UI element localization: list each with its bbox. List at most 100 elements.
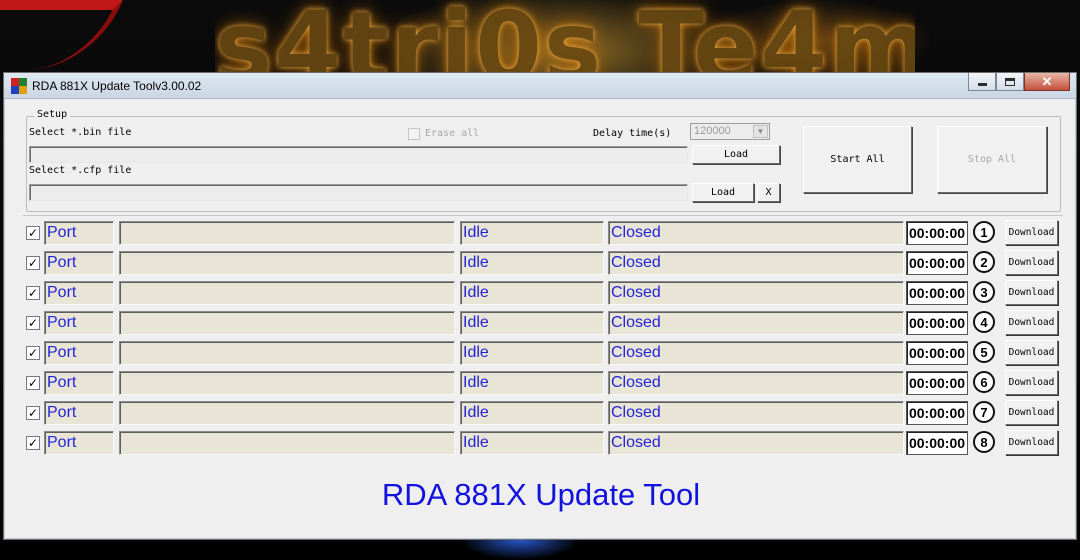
row-6-status: Closed	[608, 371, 904, 395]
row-6-port: Port	[44, 371, 114, 395]
app-icon	[11, 78, 27, 94]
row-7-status: Closed	[608, 401, 904, 425]
port-row-6: ✓ Port Idle Closed 00:00:00 6 Download	[26, 370, 1066, 395]
row-6-timer: 00:00:00	[906, 371, 968, 395]
erase-all-label: Erase all	[425, 128, 480, 139]
maximize-icon	[1005, 77, 1015, 86]
row-8-download-button[interactable]: Download	[1005, 430, 1058, 455]
row-7-checkbox[interactable]: ✓	[26, 406, 40, 420]
row-2-index-badge: 2	[973, 251, 995, 273]
row-8-port: Port	[44, 431, 114, 455]
row-1-timer: 00:00:00	[906, 221, 968, 245]
row-6-checkbox[interactable]: ✓	[26, 376, 40, 390]
row-4-timer: 00:00:00	[906, 311, 968, 335]
row-5-download-button[interactable]: Download	[1005, 340, 1058, 365]
row-1-download-button[interactable]: Download	[1005, 220, 1058, 245]
clear-cfp-button[interactable]: X	[757, 183, 780, 202]
wallpaper-red-swoosh	[0, 0, 123, 70]
load-cfp-button[interactable]: Load	[692, 183, 754, 202]
row-7-index-badge: 7	[973, 401, 995, 423]
row-3-state: Idle	[460, 281, 604, 305]
stop-all-button[interactable]: Stop All	[937, 126, 1047, 193]
minimize-button[interactable]	[968, 73, 996, 91]
port-row-2: ✓ Port Idle Closed 00:00:00 2 Download	[26, 250, 1066, 275]
row-2-port: Port	[44, 251, 114, 275]
row-3-status: Closed	[608, 281, 904, 305]
row-3-index-badge: 3	[973, 281, 995, 303]
row-2-progress	[119, 251, 455, 275]
row-5-status: Closed	[608, 341, 904, 365]
load-bin-button[interactable]: Load	[692, 145, 780, 164]
minimize-icon	[977, 83, 987, 86]
bin-file-label: Select *.bin file	[29, 127, 132, 138]
row-1-progress	[119, 221, 455, 245]
rows-divider	[23, 215, 1063, 216]
setup-legend: Setup	[34, 109, 71, 120]
row-8-checkbox[interactable]: ✓	[26, 436, 40, 450]
start-all-button[interactable]: Start All	[803, 126, 912, 193]
delay-time-label: Delay time(s)	[593, 128, 672, 139]
row-4-index-badge: 4	[973, 311, 995, 333]
port-row-5: ✓ Port Idle Closed 00:00:00 5 Download	[26, 340, 1066, 365]
row-6-state: Idle	[460, 371, 604, 395]
row-4-status: Closed	[608, 311, 904, 335]
row-5-progress	[119, 341, 455, 365]
row-4-checkbox[interactable]: ✓	[26, 316, 40, 330]
row-4-progress	[119, 311, 455, 335]
row-5-checkbox[interactable]: ✓	[26, 346, 40, 360]
title-bar[interactable]: RDA 881X Update Toolv3.00.02 ✕	[4, 73, 1076, 99]
row-8-progress	[119, 431, 455, 455]
close-icon: ✕	[1041, 73, 1053, 89]
row-8-index-badge: 8	[973, 431, 995, 453]
delay-time-value: 120000	[694, 125, 731, 137]
row-8-timer: 00:00:00	[906, 431, 968, 455]
port-row-7: ✓ Port Idle Closed 00:00:00 7 Download	[26, 400, 1066, 425]
row-2-timer: 00:00:00	[906, 251, 968, 275]
row-8-state: Idle	[460, 431, 604, 455]
row-2-checkbox[interactable]: ✓	[26, 256, 40, 270]
row-3-download-button[interactable]: Download	[1005, 280, 1058, 305]
row-1-status: Closed	[608, 221, 904, 245]
row-4-download-button[interactable]: Download	[1005, 310, 1058, 335]
row-7-download-button[interactable]: Download	[1005, 400, 1058, 425]
row-5-index-badge: 5	[973, 341, 995, 363]
row-8-status: Closed	[608, 431, 904, 455]
row-1-checkbox[interactable]: ✓	[26, 226, 40, 240]
cfp-file-input[interactable]	[29, 184, 688, 201]
row-5-timer: 00:00:00	[906, 341, 968, 365]
row-7-timer: 00:00:00	[906, 401, 968, 425]
row-2-state: Idle	[460, 251, 604, 275]
bin-file-input[interactable]	[29, 146, 688, 163]
cfp-file-label: Select *.cfp file	[29, 165, 132, 176]
row-6-download-button[interactable]: Download	[1005, 370, 1058, 395]
window-controls: ✕	[968, 73, 1070, 91]
row-2-download-button[interactable]: Download	[1005, 250, 1058, 275]
close-button[interactable]: ✕	[1024, 73, 1070, 91]
row-5-state: Idle	[460, 341, 604, 365]
row-3-timer: 00:00:00	[906, 281, 968, 305]
row-6-index-badge: 6	[973, 371, 995, 393]
erase-all-checkbox[interactable]	[408, 128, 420, 140]
port-row-3: ✓ Port Idle Closed 00:00:00 3 Download	[26, 280, 1066, 305]
row-6-progress	[119, 371, 455, 395]
delay-time-select[interactable]: 120000 ▼	[690, 123, 770, 140]
maximize-button[interactable]	[996, 73, 1024, 91]
window-title: RDA 881X Update Toolv3.00.02	[32, 79, 202, 93]
row-7-progress	[119, 401, 455, 425]
footer-title: RDA 881X Update Tool	[381, 477, 701, 512]
row-7-port: Port	[44, 401, 114, 425]
row-1-index-badge: 1	[973, 221, 995, 243]
app-window: RDA 881X Update Toolv3.00.02 ✕ Setup Sel…	[3, 72, 1077, 540]
row-3-checkbox[interactable]: ✓	[26, 286, 40, 300]
row-5-port: Port	[44, 341, 114, 365]
port-row-8: ✓ Port Idle Closed 00:00:00 8 Download	[26, 430, 1066, 455]
row-4-state: Idle	[460, 311, 604, 335]
row-3-port: Port	[44, 281, 114, 305]
port-row-4: ✓ Port Idle Closed 00:00:00 4 Download	[26, 310, 1066, 335]
row-2-status: Closed	[608, 251, 904, 275]
row-7-state: Idle	[460, 401, 604, 425]
chevron-down-icon[interactable]: ▼	[753, 125, 768, 138]
row-3-progress	[119, 281, 455, 305]
row-4-port: Port	[44, 311, 114, 335]
row-1-state: Idle	[460, 221, 604, 245]
